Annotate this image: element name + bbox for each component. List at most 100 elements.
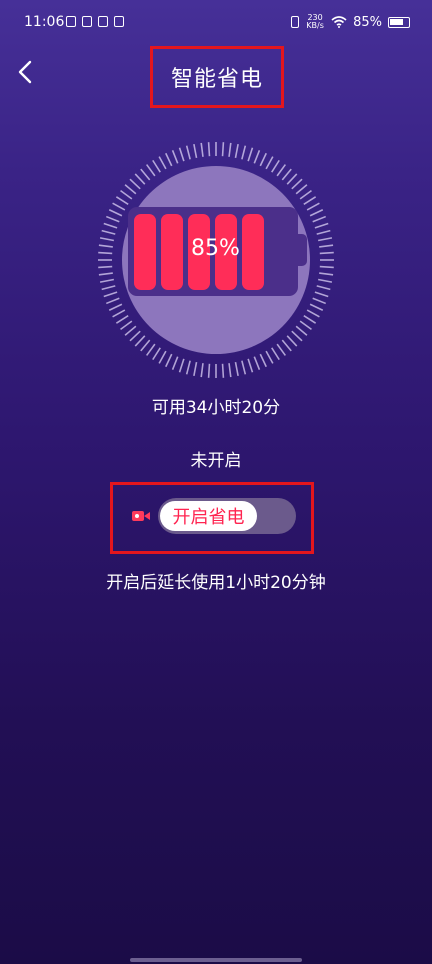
dial-tick [129, 178, 141, 190]
dial-tick [271, 159, 280, 173]
dial-tick [281, 339, 292, 352]
dial-tick [207, 142, 211, 157]
dial-tick [108, 209, 123, 217]
status-right-group: 230 KB/s 85% [291, 14, 410, 30]
dial-tick [129, 330, 141, 342]
power-saving-toggle-label[interactable]: 开启省电 [160, 501, 257, 531]
dial-tick [193, 143, 198, 158]
dial-tick [200, 363, 204, 378]
dial-tick [318, 237, 333, 242]
dial-tick [318, 278, 333, 283]
dial-tick [271, 347, 280, 361]
dial-tick [99, 237, 114, 242]
dial-tick [319, 244, 334, 248]
status-time: 11:06 [24, 14, 65, 30]
dial-tick [112, 309, 126, 318]
dial-tick [303, 196, 317, 205]
dial-tick [291, 330, 303, 342]
dial-tick [171, 149, 179, 164]
dial-tick [165, 353, 173, 368]
dial-tick [316, 285, 331, 291]
dial-tick [99, 278, 114, 283]
dial-tick [98, 244, 113, 248]
dial-tick [221, 363, 225, 378]
power-saving-status: 未开启 [190, 451, 242, 471]
dial-tick [265, 156, 274, 170]
dial-tick [134, 173, 146, 185]
dial-tick [306, 309, 320, 318]
dial-tick [281, 168, 292, 181]
dial-tick [120, 320, 133, 331]
dial-tick [312, 297, 327, 305]
dial-tick [276, 343, 287, 356]
dial-tick [286, 335, 298, 347]
status-battery-percent: 85% [353, 14, 382, 30]
dial-tick [247, 147, 254, 162]
dial-tick [276, 164, 287, 177]
dial-tick [241, 360, 247, 375]
dial-tick [158, 350, 167, 364]
dial-tick [112, 202, 126, 211]
dial-tick [253, 149, 261, 164]
dial-tick [299, 320, 312, 331]
video-icon [132, 511, 150, 521]
home-indicator [130, 958, 302, 962]
dial-tick [103, 291, 118, 298]
dial-tick [200, 142, 204, 157]
network-speed: 230 KB/s [305, 14, 325, 30]
dial-tick [120, 189, 133, 200]
dial-tick [309, 209, 324, 217]
back-button[interactable] [10, 56, 42, 88]
app-icon [114, 16, 124, 27]
dial-tick [185, 145, 191, 160]
dial-tick [228, 363, 232, 378]
dial-tick [316, 229, 331, 235]
page-title: 智能省电 [150, 46, 284, 108]
dial-tick [309, 303, 324, 311]
dial-tick [259, 152, 267, 167]
dial-tick [234, 362, 239, 377]
dial-tick [247, 358, 254, 373]
dial-tick [178, 147, 185, 162]
dial-tick [108, 303, 123, 311]
dial-tick [101, 229, 116, 235]
status-bar: 11:06 230 KB/s 85% [0, 0, 432, 50]
dial-tick [105, 215, 120, 223]
dial-tick [115, 315, 129, 324]
dial-tick [98, 251, 113, 255]
dial-tick [241, 145, 247, 160]
dial-tick [312, 215, 327, 223]
dial-tick [295, 184, 308, 195]
dial-tick [134, 335, 146, 347]
dial-tick [178, 358, 185, 373]
dial-tick [103, 222, 118, 229]
dial-tick [140, 168, 151, 181]
dial-tick [98, 272, 113, 276]
dial-tick [124, 184, 137, 195]
dial-tick [291, 178, 303, 190]
dial-tick [101, 285, 116, 291]
dial-tick [221, 142, 225, 157]
dial-tick [319, 251, 334, 255]
dial-tick [207, 363, 211, 378]
dial-tick [115, 196, 129, 205]
vibrate-icon [291, 16, 300, 28]
battery-icon [388, 16, 410, 28]
dial-tick [319, 265, 334, 269]
battery-percent-label: 85% [191, 236, 240, 261]
dial-tick [228, 142, 232, 157]
dial-tick [140, 339, 151, 352]
dial-tick [295, 325, 308, 336]
dial-tick [234, 143, 239, 158]
dial-tick [286, 173, 298, 185]
app-icon [82, 16, 92, 27]
dial-tick [124, 325, 137, 336]
dial-tick [299, 189, 312, 200]
notification-icon [66, 16, 76, 27]
dial-tick [185, 360, 191, 375]
dial-tick [165, 152, 173, 167]
dial-tick [98, 265, 113, 269]
dial-tick [253, 356, 261, 371]
dial-tick [306, 202, 320, 211]
dial-tick [105, 297, 120, 305]
